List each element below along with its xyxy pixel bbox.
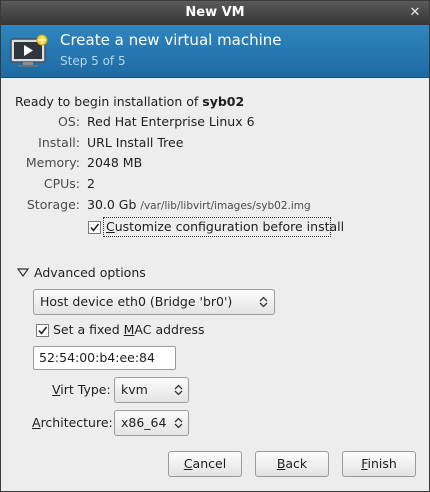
vm-name: syb02 xyxy=(202,94,245,109)
cpus-value: 2 xyxy=(87,176,95,191)
storage-path: /var/lib/libvirt/images/syb02.img xyxy=(140,200,311,212)
window-title: New VM xyxy=(185,5,245,20)
install-value: URL Install Tree xyxy=(87,135,184,150)
mac-address-field[interactable]: 52:54:00:b4:ee:84 xyxy=(33,346,176,370)
install-label: Install: xyxy=(38,135,80,150)
storage-label: Storage: xyxy=(26,197,80,212)
advanced-options-expander[interactable]: Advanced options xyxy=(34,265,146,280)
finish-button[interactable]: Finish xyxy=(342,451,416,477)
network-select[interactable]: Host device eth0 (Bridge 'br0') xyxy=(33,289,275,315)
memory-value: 2048 MB xyxy=(87,155,143,170)
header-step: Step 5 of 5 xyxy=(60,54,126,68)
ready-prefix: Ready to begin installation of xyxy=(15,94,203,109)
virt-type-value: kvm xyxy=(121,382,148,397)
cancel-button[interactable]: Cancel xyxy=(168,451,242,477)
architecture-label: Architecture: xyxy=(32,415,113,430)
updown-arrow-icon xyxy=(174,417,183,429)
cpus-label: CPUs: xyxy=(43,176,80,191)
checkmark-icon xyxy=(90,223,100,232)
os-label: OS: xyxy=(58,114,80,129)
virt-type-select[interactable]: kvm xyxy=(114,377,189,403)
memory-label: Memory: xyxy=(25,155,80,170)
new-vm-dialog: New VM ✕ Create a new virtual machine St… xyxy=(0,0,430,492)
customize-checkbox[interactable] xyxy=(88,221,101,234)
header-banner: Create a new virtual machine Step 5 of 5 xyxy=(1,25,429,78)
ready-heading: Ready to begin installation of syb02 xyxy=(15,94,244,109)
updown-arrow-icon xyxy=(259,296,268,308)
virt-type-label: Virt Type: xyxy=(52,382,111,397)
back-button[interactable]: Back xyxy=(255,451,329,477)
network-value: Host device eth0 (Bridge 'br0') xyxy=(40,294,233,309)
close-icon[interactable]: ✕ xyxy=(407,5,423,21)
expander-triangle-icon[interactable] xyxy=(17,268,29,277)
mac-address-value: 52:54:00:b4:ee:84 xyxy=(39,350,155,365)
fixed-mac-checkbox[interactable] xyxy=(36,324,49,337)
fixed-mac-mnemonic: M xyxy=(123,322,135,337)
fixed-mac-label[interactable]: Set a fixed MAC address xyxy=(53,322,205,337)
customize-mnemonic: C xyxy=(106,219,115,234)
header-title: Create a new virtual machine xyxy=(60,31,282,49)
architecture-select[interactable]: x86_64 xyxy=(114,410,189,436)
updown-arrow-icon xyxy=(174,384,183,396)
checkmark-icon xyxy=(38,326,48,335)
architecture-value: x86_64 xyxy=(121,415,167,430)
storage-size: 30.0 Gb xyxy=(87,197,137,212)
virtual-machine-icon xyxy=(10,34,48,67)
storage-value: 30.0 Gb /var/lib/libvirt/images/syb02.im… xyxy=(87,197,311,212)
customize-label[interactable]: Customize configuration before install xyxy=(106,219,344,234)
title-bar[interactable]: New VM ✕ xyxy=(1,1,429,25)
os-value: Red Hat Enterprise Linux 6 xyxy=(87,114,255,129)
